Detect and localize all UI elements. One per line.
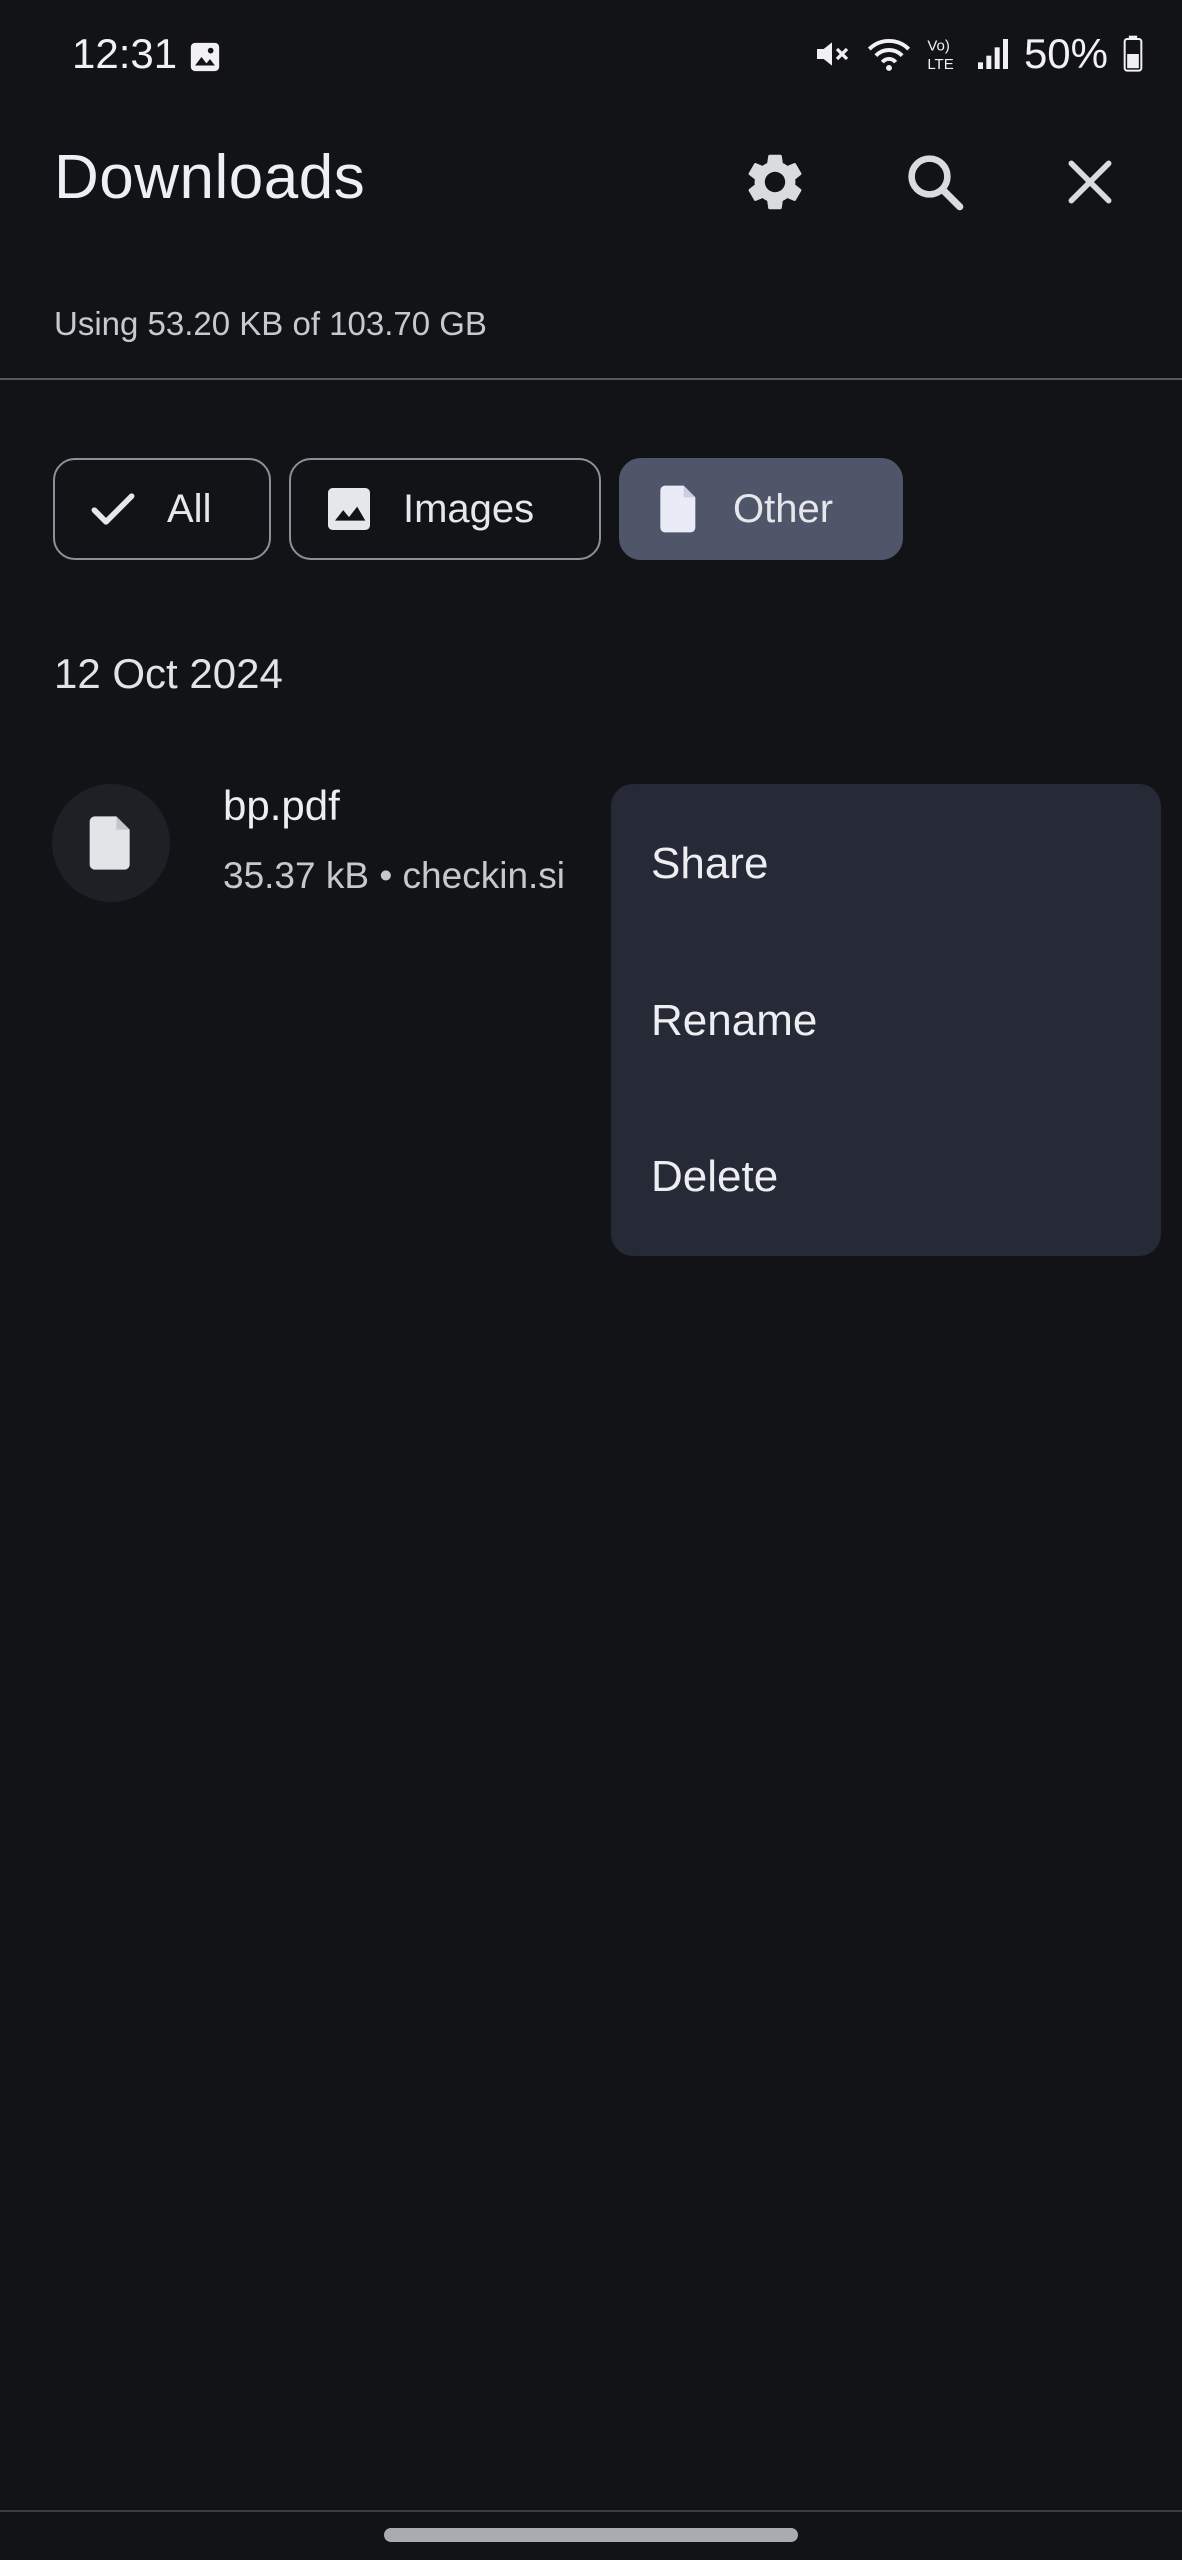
chip-label: Other — [733, 486, 834, 531]
menu-item-share[interactable]: Share — [651, 839, 768, 889]
search-icon — [908, 155, 964, 211]
chip-label: Images — [403, 486, 535, 531]
search-button[interactable] — [893, 140, 977, 224]
storage-usage-text: Using 53.20 KB of 103.70 GB — [54, 305, 487, 342]
menu-item-rename[interactable]: Rename — [651, 996, 817, 1046]
settings-button[interactable] — [733, 140, 817, 224]
battery-percent: 50% — [1023, 30, 1108, 77]
close-icon — [1068, 160, 1112, 204]
check-icon — [91, 493, 135, 525]
image-icon — [328, 488, 370, 530]
mute-icon — [816, 42, 849, 66]
menu-item-delete[interactable]: Delete — [651, 1152, 778, 1202]
close-button[interactable] — [1048, 140, 1132, 224]
signal-icon — [977, 39, 1008, 69]
context-menu: Share Rename Delete — [611, 784, 1161, 1256]
filter-chip-other[interactable]: Other — [619, 458, 903, 560]
header-divider — [0, 378, 1182, 380]
status-time: 12:31 — [72, 30, 178, 77]
battery-icon — [1123, 35, 1143, 72]
file-thumbnail[interactable] — [52, 784, 170, 902]
date-section-header: 12 Oct 2024 — [54, 650, 283, 697]
file-icon — [89, 816, 130, 870]
gallery-icon — [190, 42, 220, 72]
bottom-divider — [0, 2510, 1182, 2512]
settings-icon — [748, 154, 802, 210]
file-meta: 35.37 kB • checkin.si — [223, 855, 566, 896]
filter-chip-images[interactable]: Images — [289, 458, 601, 560]
page-title: Downloads — [54, 143, 366, 212]
gesture-navigation-bar[interactable] — [384, 2528, 798, 2542]
file-name[interactable]: bp.pdf — [223, 782, 340, 830]
file-icon — [660, 485, 696, 533]
chip-label: All — [167, 486, 212, 531]
wifi-icon — [867, 38, 911, 71]
filter-chip-all[interactable]: All — [53, 458, 271, 560]
svg-text:LTE: LTE — [927, 56, 953, 73]
volte-icon: Vo) LTE — [927, 38, 953, 73]
status-icons: Vo) LTE 50% — [812, 30, 1144, 78]
svg-text:Vo): Vo) — [927, 38, 950, 55]
